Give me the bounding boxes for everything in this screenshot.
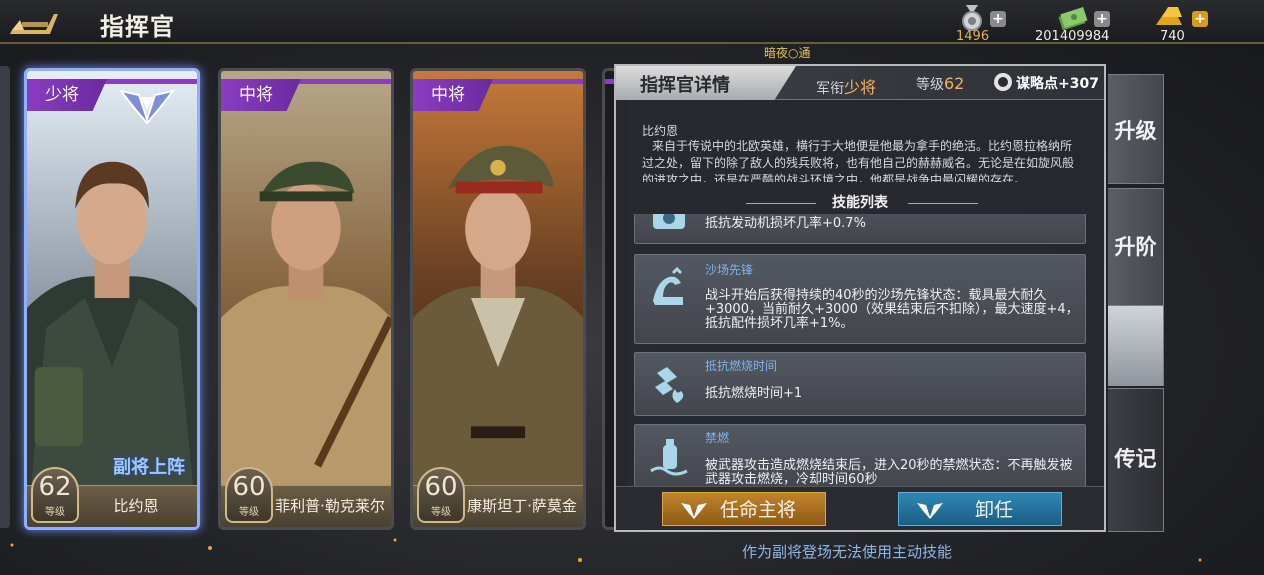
level-label: 等级 [916, 77, 944, 93]
dismiss-button[interactable]: 卸任 [898, 492, 1062, 526]
back-arrow-icon [10, 14, 58, 34]
strategy-points-icon [994, 73, 1012, 91]
level-label: 等级 [45, 507, 65, 518]
rank-info: 军衔少将 [816, 74, 876, 98]
deputy-wings-icon [119, 89, 175, 125]
commander-portrait [221, 71, 391, 527]
add-medal-button[interactable]: + [990, 11, 1006, 27]
extinguisher-icon [650, 439, 688, 476]
gold-count: 740 [1160, 29, 1185, 44]
commander-name: 康斯坦丁·萨莫金 [467, 497, 577, 515]
divider-right [908, 203, 978, 204]
resource-medal: + 1496 [950, 3, 1020, 44]
cash-count: 201409984 [1035, 29, 1110, 44]
level-number: 60 [232, 472, 266, 502]
bio-text: 来自于传说中的北欧英雄，横行于大地便是他最为拿手的绝活。比约恩拉格纳所过之处，留… [642, 139, 1075, 182]
add-gold-button[interactable]: + [1192, 11, 1208, 27]
fire-resist-icon [655, 367, 684, 403]
level-number: 62 [38, 472, 72, 502]
dismiss-label: 卸任 [974, 499, 1013, 521]
skill-item[interactable]: 禁燃 被武器攻击造成燃烧结束后，进入20秒的禁燃状态：不再触发被武器攻击燃烧，冷… [634, 424, 1086, 486]
tab-advance[interactable]: 升阶 [1108, 188, 1164, 306]
panel-header: 指挥官详情 军衔少将 等级62 谋略点+307 [616, 66, 1104, 100]
vanguard-arm-icon [653, 267, 683, 305]
deputy-note: 作为副将登场无法使用主动技能 [742, 543, 953, 561]
strategy-points[interactable]: 谋略点+307 [994, 73, 1099, 93]
skill-name: 沙场先锋 [705, 263, 754, 277]
skills-title: 技能列表 [832, 195, 888, 211]
back-button[interactable] [6, 6, 62, 38]
gold-bar-icon [1156, 7, 1182, 25]
commander-card-bjorn[interactable]: 少将 副将上阵 比约恩 62 等级 [24, 68, 200, 530]
skill-description: 抵抗发动机损坏几率+0.7% [705, 216, 866, 231]
level-badge: 60 等级 [225, 467, 273, 523]
skill-name: 禁燃 [705, 431, 730, 445]
skill-item[interactable]: 抵抗发动机损坏几率+0.7% [634, 214, 1086, 244]
page-title: 指挥官 [100, 13, 175, 41]
level-value: 62 [944, 74, 965, 93]
commander-portrait [413, 71, 583, 527]
skill-description: 被武器攻击造成燃烧结束后，进入20秒的禁燃状态：不再触发被武器攻击燃烧，冷却时间… [705, 458, 1073, 487]
commander-name: 菲利普·勒克莱尔 [275, 497, 385, 515]
level-badge: 62 等级 [31, 467, 79, 523]
level-number: 60 [424, 472, 458, 502]
cash-icon [1058, 7, 1088, 31]
level-info: 等级62 [916, 74, 964, 94]
wings-icon [681, 503, 707, 519]
skills-header: 技能列表 [616, 192, 1104, 216]
strategy-points-text: 谋略点+307 [1016, 76, 1099, 92]
skill-list[interactable]: 抵抗发动机损坏几率+0.7% 沙场先锋 战斗开始后获得持续的40秒的沙场先锋状态… [634, 214, 1088, 486]
commander-name: 比约恩 [113, 497, 159, 515]
tab-upgrade[interactable]: 升级 [1108, 74, 1164, 184]
commander-detail-panel: 指挥官详情 军衔少将 等级62 谋略点+307 比约恩 来自于传说中的北欧英雄，… [614, 64, 1106, 532]
tab-biography[interactable]: 传记 [1108, 388, 1164, 532]
medal-icon [962, 5, 982, 31]
commander-card-leclerc[interactable]: 中将 菲利普·勒克莱尔 60 等级 [218, 68, 394, 530]
level-badge: 60 等级 [417, 467, 465, 523]
skill-description: 战斗开始后获得持续的40秒的沙场先锋状态：载具最大耐久+3000，当前耐久+30… [705, 288, 1079, 331]
top-bar: 指挥官 + 1496 + 201409984 + 740 [0, 0, 1264, 44]
level-label: 等级 [431, 507, 451, 518]
panel-title: 指挥官详情 [640, 75, 730, 96]
rank-label: 军衔 [816, 81, 844, 97]
commander-card-samokhin[interactable]: 中将 康斯坦丁·萨莫金 60 等级 [410, 68, 586, 530]
appoint-main-commander-button[interactable]: 任命主将 [662, 492, 826, 526]
bio-name: 比约恩 [642, 124, 679, 138]
skill-item[interactable]: 抵抗燃烧时间 抵抗燃烧时间+1 [634, 352, 1086, 416]
divider-left [746, 203, 816, 204]
side-portrait-preview [1108, 306, 1164, 386]
rank-value: 少将 [844, 78, 877, 97]
appoint-label: 任命主将 [719, 499, 796, 521]
engine-shield-icon [653, 214, 685, 229]
level-label: 等级 [239, 507, 259, 518]
resource-cash: + 201409984 [1032, 3, 1122, 44]
wings-icon [917, 503, 943, 519]
night-status: 暗夜○通 [764, 46, 811, 60]
skill-name: 抵抗燃烧时间 [705, 359, 778, 373]
previous-card-edge[interactable] [0, 66, 10, 528]
deputy-status: 副将上阵 [113, 457, 185, 478]
add-cash-button[interactable]: + [1094, 11, 1110, 27]
medal-count: 1496 [956, 29, 990, 44]
skill-description: 抵抗燃烧时间+1 [705, 386, 803, 401]
resource-gold: + 740 [1150, 3, 1216, 44]
panel-footer: 任命主将 卸任 [616, 486, 1104, 530]
skill-item[interactable]: 沙场先锋 战斗开始后获得持续的40秒的沙场先锋状态：载具最大耐久+3000，当前… [634, 254, 1086, 344]
